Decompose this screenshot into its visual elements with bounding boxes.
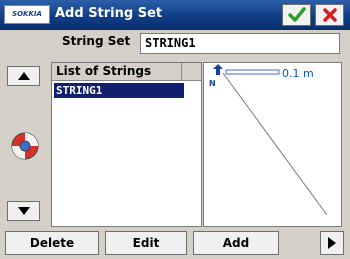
triangle-down-icon [17, 207, 30, 215]
lifebuoy-icon[interactable] [10, 131, 40, 161]
string-list[interactable]: List of Strings STRING1 [51, 62, 202, 227]
scale-bar [225, 69, 280, 75]
triangle-up-icon [17, 72, 30, 80]
string-set-label: String Set [62, 34, 131, 48]
string-set-input[interactable]: STRING1 [140, 33, 340, 54]
cancel-button[interactable] [315, 4, 344, 26]
list-item[interactable]: STRING1 [54, 83, 184, 98]
list-header-filler [182, 63, 201, 81]
add-button[interactable]: Add [193, 231, 279, 255]
scroll-up-button[interactable] [7, 66, 40, 86]
preview-drawing [213, 64, 328, 216]
scale-label: 0.1 m [282, 67, 314, 80]
close-icon [322, 8, 337, 22]
triangle-right-icon [328, 237, 336, 249]
north-label: N [209, 79, 216, 88]
list-header[interactable]: List of Strings [52, 63, 182, 81]
scroll-down-button[interactable] [7, 201, 40, 221]
ok-button[interactable] [282, 4, 311, 26]
window-title: Add String Set [55, 6, 163, 21]
string-line [222, 72, 328, 216]
delete-button[interactable]: Delete [5, 231, 99, 255]
edit-button[interactable]: Edit [105, 231, 187, 255]
app-logo: SOKKIA [4, 5, 50, 24]
next-page-button[interactable] [320, 231, 344, 255]
north-arrow-icon [213, 64, 223, 75]
checkmark-icon [287, 7, 306, 22]
string-preview-pane [203, 62, 342, 227]
title-bar: SOKKIA Add String Set [0, 0, 350, 30]
